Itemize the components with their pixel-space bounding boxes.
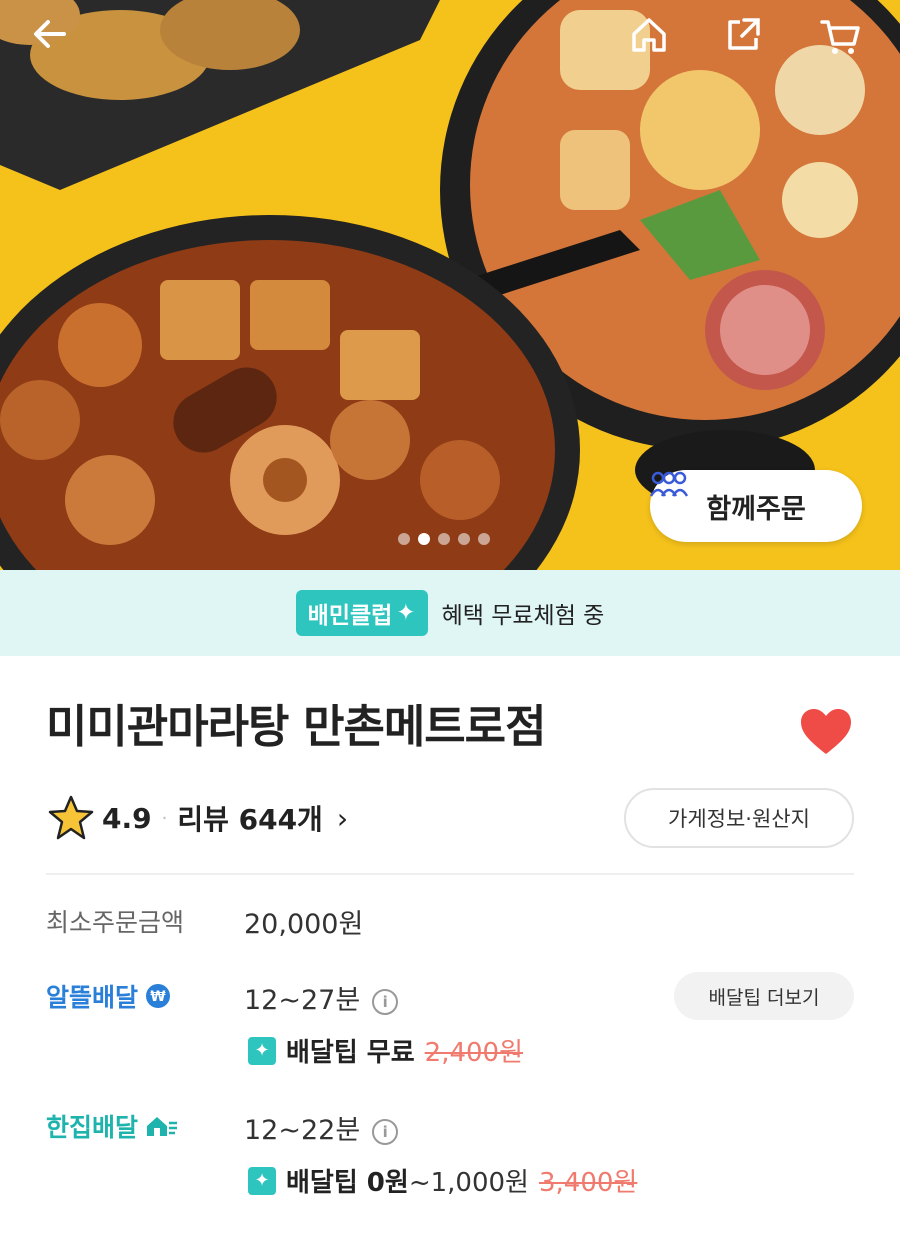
saver-delivery-time: 12~27분	[244, 985, 361, 1016]
club-tip-icon: ✦	[248, 1166, 276, 1195]
carousel-dot	[458, 533, 470, 545]
heart-icon	[801, 709, 851, 754]
club-tip-icon: ✦	[248, 1036, 276, 1065]
info-icon[interactable]: i	[372, 1118, 399, 1145]
club-badge-label: 배민클럽	[307, 603, 393, 629]
hero-image[interactable]: 함께주문	[0, 0, 900, 570]
share-icon	[728, 18, 760, 50]
saver-tip-row: ✦ 배달팁 무료 2,400원	[248, 1032, 523, 1069]
single-delivery-time-row: 12~22분 i	[244, 1108, 399, 1147]
single-delivery-label: 한집배달	[46, 1108, 178, 1144]
info-icon[interactable]: i	[372, 988, 399, 1015]
group-icon	[650, 471, 688, 497]
carousel-indicator	[398, 533, 490, 545]
single-tip-original: 3,400원	[538, 1168, 638, 1198]
single-delivery-text: 한집배달	[46, 1113, 139, 1142]
club-badge: 배민클럽 ✦	[295, 590, 428, 636]
store-info-button[interactable]: 가게정보·원산지	[624, 788, 854, 848]
review-count: 리뷰 644개	[177, 803, 323, 836]
carousel-dot	[478, 533, 490, 545]
won-badge-icon: ₩	[146, 984, 171, 1008]
tip-more-button[interactable]: 배달팁 더보기	[674, 972, 854, 1020]
svg-text:₩: ₩	[150, 989, 166, 1005]
carousel-dot-active	[418, 533, 430, 545]
single-delivery-time: 12~22분	[244, 1115, 361, 1146]
rating-separator: ·	[161, 807, 168, 829]
house-speed-icon	[147, 1117, 178, 1136]
divider	[46, 873, 854, 875]
share-button[interactable]	[722, 14, 774, 66]
together-order-button[interactable]: 함께주문	[650, 470, 862, 542]
star-icon	[48, 795, 94, 840]
saver-tip-original: 2,400원	[424, 1038, 524, 1068]
saver-delivery-label: 알뜰배달 ₩	[46, 978, 172, 1014]
together-order-label: 함께주문	[706, 493, 806, 525]
saver-delivery-time-row: 12~27분 i	[244, 978, 399, 1017]
carousel-dot	[398, 533, 410, 545]
back-arrow-icon	[34, 20, 66, 48]
back-button[interactable]	[30, 14, 82, 66]
min-order-label: 최소주문금액	[46, 908, 185, 937]
saver-delivery-text: 알뜰배달	[46, 983, 139, 1012]
store-name: 미미관마라탕 만촌메트로점	[46, 700, 546, 753]
rating-score: 4.9	[102, 801, 152, 835]
rating-review-link[interactable]: 4.9 · 리뷰 644개 ›	[46, 790, 348, 846]
saver-tip-label: 배달팁 무료	[286, 1038, 415, 1068]
single-tip-row: ✦ 배달팁 0원 ~1,000원 3,400원	[248, 1162, 637, 1199]
sparkle-icon: ✦	[396, 600, 416, 626]
single-tip-label: 배달팁 0원	[286, 1168, 409, 1198]
club-banner[interactable]: 배민클럽 ✦ 혜택 무료체험 중	[0, 570, 900, 656]
home-icon	[632, 18, 666, 52]
single-tip-range: ~1,000원	[408, 1168, 529, 1198]
club-text: 혜택 무료체험 중	[441, 603, 605, 629]
home-button[interactable]	[628, 14, 680, 66]
carousel-dot	[438, 533, 450, 545]
chevron-right-icon: ›	[336, 801, 349, 835]
favorite-button[interactable]	[798, 706, 854, 758]
cart-button[interactable]	[818, 14, 870, 66]
cart-icon	[820, 20, 860, 54]
min-order-value: 20,000원	[244, 909, 364, 940]
